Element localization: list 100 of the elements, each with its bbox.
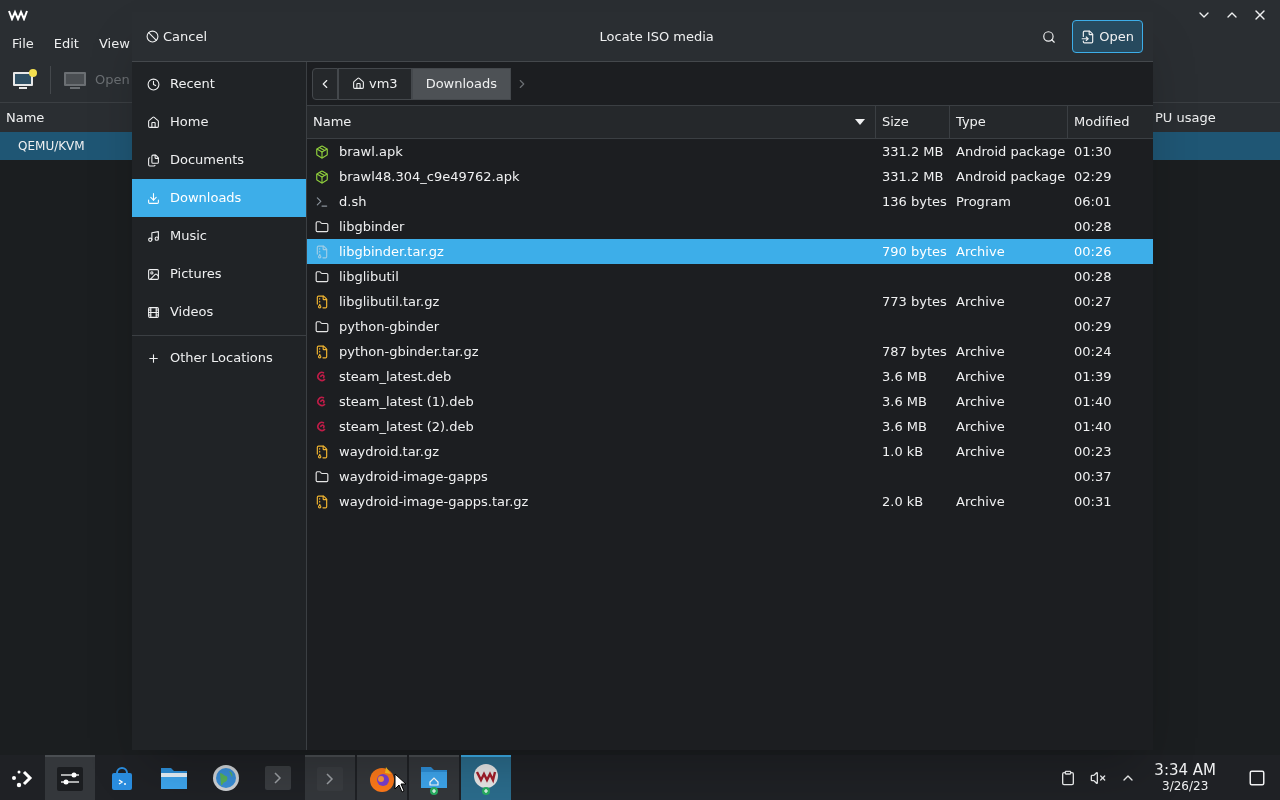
sidebar-item[interactable]: Home: [132, 103, 306, 141]
muted-speaker-icon[interactable]: [1090, 769, 1107, 786]
file-name: steam_latest.deb: [339, 367, 452, 386]
terminal-icon: [316, 764, 344, 793]
file-type: Archive: [956, 368, 1005, 384]
file-name: waydroid.tar.gz: [339, 442, 439, 461]
column-header[interactable]: Size: [876, 106, 950, 138]
file-type: Archive: [956, 293, 1005, 309]
file-name: libgbinder.tar.gz: [339, 242, 444, 261]
file-modified: 00:31: [1074, 493, 1112, 509]
open-button[interactable]: Open: [1072, 20, 1143, 53]
recent-icon: [147, 77, 160, 91]
file-name: d.sh: [339, 192, 367, 211]
menu-item[interactable]: Edit: [45, 34, 87, 54]
vm-logo-icon: [8, 9, 28, 21]
file-size: 331.2 MB: [882, 143, 944, 159]
file-name: libglibutil.tar.gz: [339, 292, 440, 311]
swirl-icon: [315, 394, 329, 409]
show-desktop-icon[interactable]: [1248, 768, 1266, 787]
file-type: Archive: [956, 443, 1005, 459]
file-row[interactable]: brawl.apk 331.2 MB Android package 01:30: [307, 139, 1153, 164]
file-name: waydroid-image-gapps: [339, 467, 488, 486]
sort-icon: [855, 119, 865, 125]
column-header[interactable]: Modified: [1068, 106, 1153, 138]
taskbar-button[interactable]: [409, 755, 459, 800]
file-row[interactable]: waydroid.tar.gz 1.0 kB Archive 00:23: [307, 439, 1153, 464]
sidebar-item[interactable]: Recent: [132, 65, 306, 103]
search-icon[interactable]: [1042, 29, 1057, 44]
taskbar-button[interactable]: [461, 755, 511, 800]
path-segment[interactable]: Downloads: [411, 67, 512, 100]
path-segment[interactable]: vm3: [338, 67, 412, 100]
file-row[interactable]: python-gbinder 00:29: [307, 314, 1153, 339]
file-row[interactable]: libglibutil 00:28: [307, 264, 1153, 289]
file-modified: 01:40: [1074, 418, 1112, 434]
file-size: 331.2 MB: [882, 168, 944, 184]
file-modified: 06:01: [1074, 193, 1112, 209]
sidebar-item[interactable]: Other Locations: [132, 340, 306, 376]
folder-icon: [315, 269, 329, 284]
sidebar-item[interactable]: Videos: [132, 293, 306, 331]
pictures-icon: [147, 267, 160, 281]
clock-date[interactable]: 3/26/23: [1162, 779, 1209, 795]
folder-icon: [315, 219, 329, 234]
file-name: libgbinder: [339, 217, 405, 236]
taskbar-button[interactable]: [357, 755, 407, 800]
file-row[interactable]: libgbinder 00:28: [307, 214, 1153, 239]
file-size: 787 bytes: [882, 343, 947, 359]
file-name: python-gbinder: [339, 317, 440, 336]
file-row[interactable]: steam_latest.deb 3.6 MB Archive 01:39: [307, 364, 1153, 389]
folder-icon: [315, 319, 329, 334]
column-header[interactable]: Name: [0, 107, 132, 128]
column-header[interactable]: PU usage: [1153, 107, 1280, 128]
downloads-icon: [147, 191, 160, 205]
file-row[interactable]: python-gbinder.tar.gz 787 bytes Archive 00:24: [307, 339, 1153, 364]
archive-icon: [315, 494, 329, 509]
clipboard-icon[interactable]: [1060, 769, 1077, 786]
file-type: Archive: [956, 493, 1005, 509]
file-row[interactable]: waydroid-image-gapps 00:37: [307, 464, 1153, 489]
package-icon: [315, 144, 329, 159]
file-name: libglibutil: [339, 267, 399, 286]
documents-icon: [147, 153, 160, 167]
monitor-icon: [63, 69, 87, 91]
file-row[interactable]: waydroid-image-gapps.tar.gz 2.0 kB Archive 00:31: [307, 489, 1153, 514]
music-icon: [147, 229, 160, 243]
swirl-icon: [315, 369, 329, 384]
package-icon: [315, 169, 329, 184]
cursor-icon: [394, 773, 406, 793]
archive-icon: [315, 294, 329, 309]
menu-item[interactable]: File: [4, 34, 42, 54]
monitor-star-icon: [12, 68, 38, 92]
file-modified: 00:37: [1074, 468, 1112, 484]
file-modified: 00:27: [1074, 293, 1112, 309]
archive-icon: [315, 244, 329, 259]
column-header[interactable]: Type: [950, 106, 1068, 138]
file-row[interactable]: d.sh 136 bytes Program 06:01: [307, 189, 1153, 214]
vm-logo-icon: [471, 762, 501, 795]
folder-icon: [315, 469, 329, 484]
file-name: steam_latest (1).deb: [339, 392, 474, 411]
file-modified: 01:39: [1074, 368, 1112, 384]
cancel-button[interactable]: Cancel: [142, 20, 212, 53]
file-modified: 00:28: [1074, 268, 1112, 284]
file-size: 790 bytes: [882, 243, 947, 259]
file-size: 3.6 MB: [882, 418, 927, 434]
file-row[interactable]: libglibutil.tar.gz 773 bytes Archive 00:27: [307, 289, 1153, 314]
file-row[interactable]: steam_latest (1).deb 3.6 MB Archive 01:40: [307, 389, 1153, 414]
file-type: Program: [956, 193, 1011, 209]
file-row[interactable]: brawl48.304_c9e49762.apk 331.2 MB Android package 02:29: [307, 164, 1153, 189]
file-modified: 00:23: [1074, 443, 1112, 459]
plus-icon: [147, 351, 160, 365]
file-type: Android package: [956, 168, 1066, 184]
file-row[interactable]: steam_latest (2).deb 3.6 MB Archive 01:40: [307, 414, 1153, 439]
archive-icon: [315, 444, 329, 459]
file-type: Archive: [956, 418, 1005, 434]
clock-time[interactable]: 3:34 AM: [1154, 760, 1216, 780]
file-name: steam_latest (2).deb: [339, 417, 474, 436]
sidebar-item[interactable]: Pictures: [132, 255, 306, 293]
file-size: 2.0 kB: [882, 493, 924, 509]
column-header[interactable]: Name: [307, 106, 876, 138]
taskbar-button[interactable]: [45, 755, 95, 800]
sidebar-item[interactable]: Documents: [132, 141, 306, 179]
sidebar-item[interactable]: Music: [132, 217, 306, 255]
